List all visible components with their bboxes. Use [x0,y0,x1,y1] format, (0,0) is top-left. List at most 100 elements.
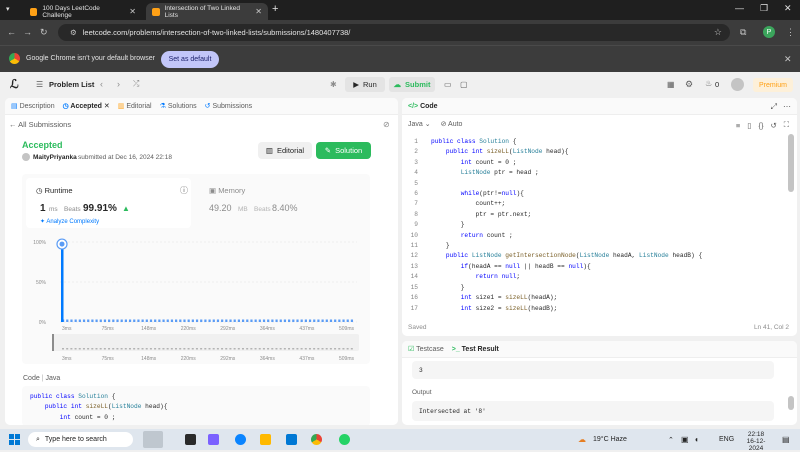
format-icon[interactable]: ≡ [736,121,740,130]
weather-text[interactable]: 19°C Haze [593,436,627,443]
code-line[interactable]: 12 public ListNode getIntersectionNode(L… [402,251,787,261]
whatsapp-icon[interactable] [339,434,350,445]
maximize-icon[interactable]: ❐ [760,3,768,14]
code-line[interactable]: 11 } [402,241,787,251]
next-problem-icon[interactable]: › [117,79,120,89]
prev-problem-icon[interactable]: ‹ [100,79,103,89]
reload-icon[interactable]: ↻ [40,27,48,38]
code-line[interactable]: 7 count++; [402,199,787,209]
auto-toggle[interactable]: ⊘ Auto [441,120,463,128]
submit-button[interactable]: ☁ Submit [389,77,435,92]
editor-scrollbar[interactable] [788,134,794,192]
reset-icon[interactable]: ↺ [770,121,776,130]
submitter-name[interactable]: MaityPriyanka [33,154,77,161]
more-icon[interactable]: ⋯ [783,102,791,111]
test-panel-scrollbar[interactable] [788,396,794,410]
input-language[interactable]: ENG [719,436,734,443]
profile-avatar[interactable]: P [763,26,775,38]
code-line[interactable]: 17 int size2 = sizeLL(headB); [402,304,787,314]
code-line[interactable]: 15 } [402,283,787,293]
code-line[interactable]: 5 [402,179,787,189]
editorial-button[interactable]: ▥ Editorial [258,142,312,159]
language-select[interactable]: Java ⌄ [408,120,431,128]
file-explorer-icon[interactable] [260,434,271,445]
extensions-icon[interactable]: ⧉ [740,27,746,38]
info-icon[interactable]: ⓘ [180,185,188,196]
tab-search-icon[interactable]: ▾ [6,5,10,13]
task-view-icon[interactable] [185,434,196,445]
tab-test-result[interactable]: >_ Test Result [452,346,499,353]
tab-submissions[interactable]: ↺ Submissions [205,102,253,110]
share-link-icon[interactable]: ⊘ [383,120,390,129]
search-highlight-image[interactable] [143,431,163,448]
url-field[interactable]: ⚙ leetcode.com/problems/intersection-of-… [58,24,730,41]
close-icon[interactable]: ✕ [104,103,110,110]
runtime-box[interactable]: ◷ Runtime ⓘ 1 ms Beats 99.91% ▲ ✦ Analyz… [26,178,191,228]
code-editor[interactable]: 1 public class Solution {2 public int siz… [402,137,787,315]
windows-start-icon[interactable] [9,434,20,445]
shuffle-icon[interactable]: ⤮ [133,79,139,89]
code-line[interactable]: 3 int count = 0 ; [402,158,787,168]
code-line[interactable]: 14 return null; [402,272,787,282]
all-submissions-link[interactable]: ← All Submissions [9,120,71,129]
code-line[interactable]: 9 } [402,220,787,230]
code-line[interactable]: 10 return count ; [402,231,787,241]
browser-tab-intersection[interactable]: Intersection of Two Linked Lists ✕ [146,3,268,20]
forward-arrow-icon[interactable]: → [23,27,32,37]
code-line[interactable]: 2 public int sizeLL(ListNode head){ [402,147,787,157]
premium-button[interactable]: Premium [753,78,793,92]
code-line[interactable]: 13 if(headA == null || headB == null){ [402,262,787,272]
notification-icon[interactable]: ▤ [782,435,790,444]
mail-icon[interactable] [286,434,297,445]
close-icon[interactable]: ✕ [129,7,136,16]
analyze-complexity-link[interactable]: ✦ Analyze Complexity [40,218,99,225]
edge-icon[interactable] [235,434,246,445]
solution-button[interactable]: ✎ Solution [316,142,371,159]
layout-icon[interactable]: ▦ [667,80,675,89]
streak-fire-icon[interactable]: ♨ [705,79,712,88]
tab-testcase[interactable]: ☑ Testcase [408,345,444,353]
expand-icon[interactable]: ⤢ [771,102,777,112]
settings-gear-icon[interactable]: ⚙ [685,79,693,90]
braces-icon[interactable]: {} [758,121,763,130]
close-window-icon[interactable]: ✕ [784,3,792,14]
taskbar-search-input[interactable]: ⌕ Type here to search [28,432,133,447]
site-info-icon[interactable]: ⚙ [70,28,77,37]
code-line[interactable]: 16 int size1 = sizeLL(headA); [402,293,787,303]
tab-solutions[interactable]: ⚗ Solutions [160,102,197,110]
tab-editorial[interactable]: ▥ Editorial [118,102,152,110]
network-icon[interactable]: ▣ [681,435,689,444]
volume-icon[interactable]: ◖ [694,435,699,444]
memory-box[interactable]: ▣ Memory 49.20 MB Beats 8.40% [205,178,365,228]
chrome-menu-icon[interactable]: ⋮ [786,27,795,38]
copilot-icon[interactable] [208,434,219,445]
code-line[interactable]: 8 ptr = ptr.next; [402,210,787,220]
chrome-icon[interactable] [311,434,322,445]
runtime-distribution-chart[interactable]: 100% 50% 0% 3ms 75ms 148ms 220ms 292ms 364ms 437m… [22,234,370,364]
back-arrow-icon[interactable]: ← [7,27,16,37]
avatar[interactable] [731,78,744,91]
notes-icon[interactable]: ▭ [444,80,452,89]
fullscreen-icon[interactable]: ⛶ [784,120,789,130]
browser-tab-100-days[interactable]: 100 Days LeetCode Challenge ✕ [24,3,142,20]
minimize-icon[interactable]: — [735,3,744,13]
debug-icon[interactable]: ✱ [330,80,337,89]
set-as-default-button[interactable]: Set as default [161,51,219,68]
bookmark-star-icon[interactable]: ☆ [714,27,722,38]
tab-description[interactable]: ▤ Description [11,102,55,110]
run-button[interactable]: ▶ Run [345,77,385,92]
tab-accepted[interactable]: ◷ Accepted ✕ [63,102,110,110]
problem-list-link[interactable]: Problem List [49,80,94,89]
leetcode-logo-icon[interactable]: ℒ [10,77,19,91]
comment-icon[interactable]: ▢ [460,80,468,89]
code-line[interactable]: 4 ListNode ptr = head ; [402,168,787,178]
close-icon[interactable]: ✕ [784,54,792,65]
bookmark-icon[interactable]: ▯ [747,121,751,130]
code-line[interactable]: 6 while(ptr!=null){ [402,189,787,199]
submitted-code-preview[interactable]: public class Solution { public int sizeL… [22,386,370,425]
new-tab-plus-icon[interactable]: + [272,3,278,15]
close-icon[interactable]: ✕ [255,7,262,16]
code-line[interactable]: 18 int diff = size1 - size2 ; [402,314,787,316]
tray-chevron-icon[interactable]: ⌃ [668,436,674,444]
code-line[interactable]: 1 public class Solution { [402,137,787,147]
